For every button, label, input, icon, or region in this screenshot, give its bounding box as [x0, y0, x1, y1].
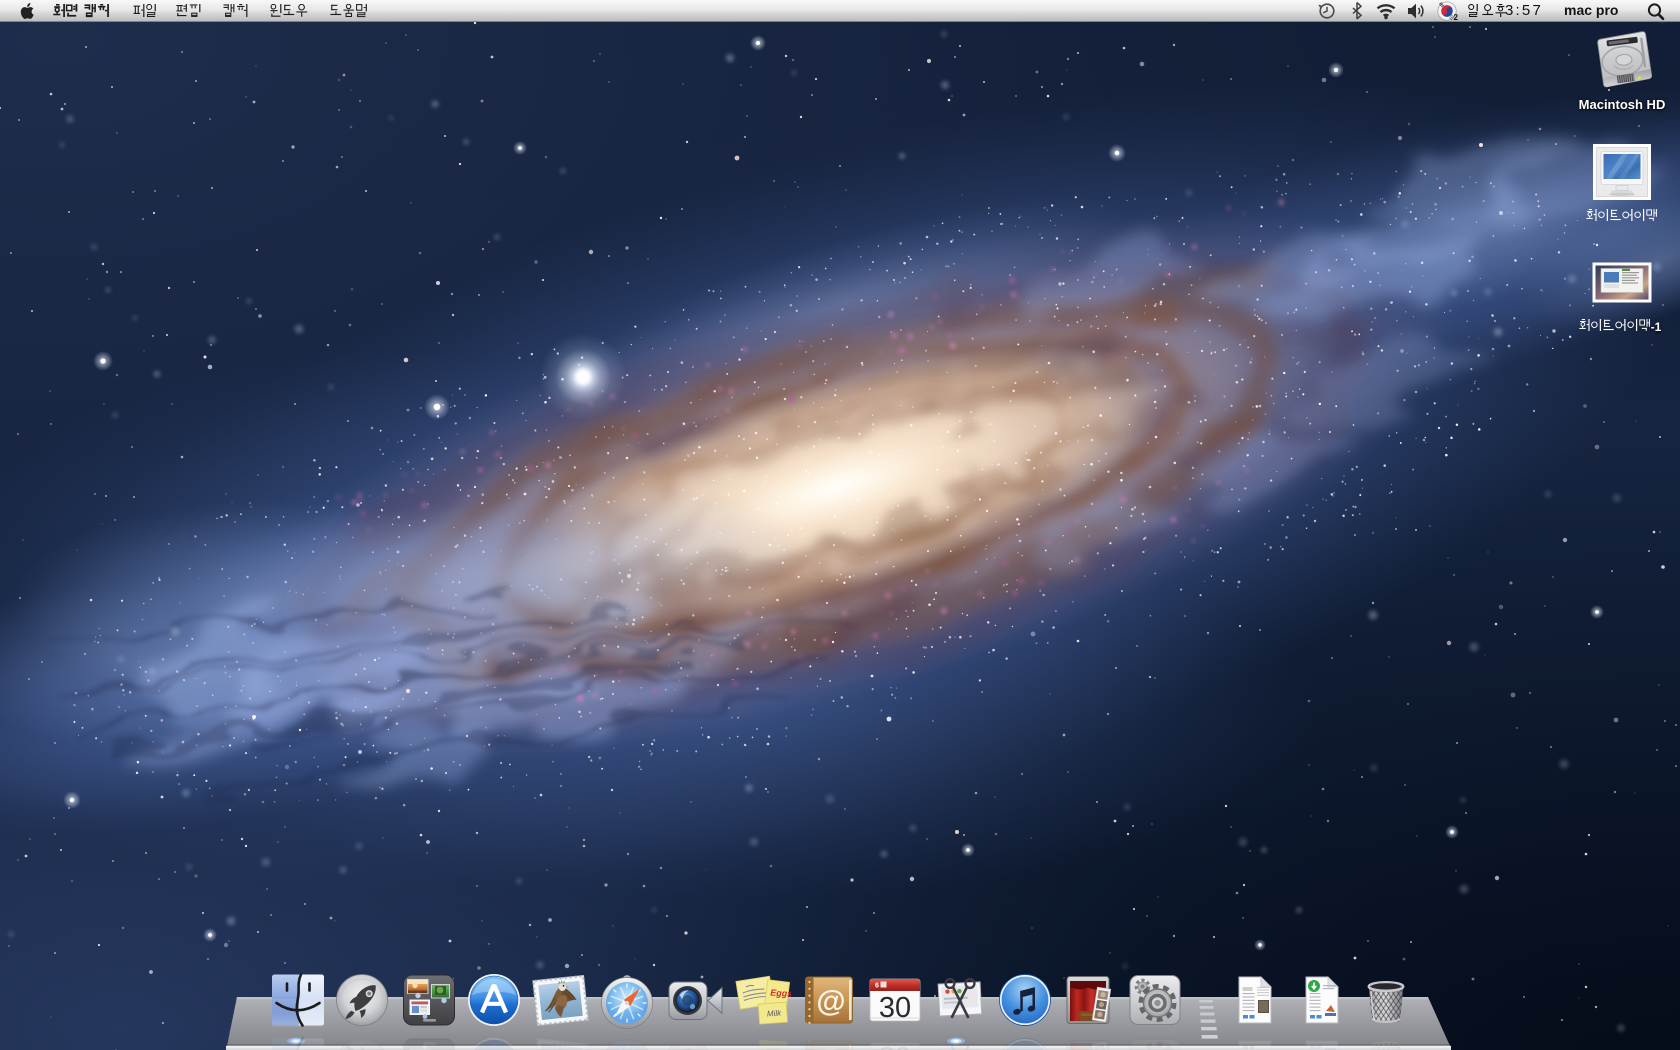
svg-text:2: 2: [1454, 13, 1459, 22]
svg-text:30: 30: [879, 992, 911, 1024]
svg-text:Milk: Milk: [767, 1009, 783, 1019]
svg-text:6: 6: [875, 983, 879, 990]
svg-text:Eggs: Eggs: [770, 988, 791, 999]
svg-text:@: @: [816, 985, 845, 1018]
